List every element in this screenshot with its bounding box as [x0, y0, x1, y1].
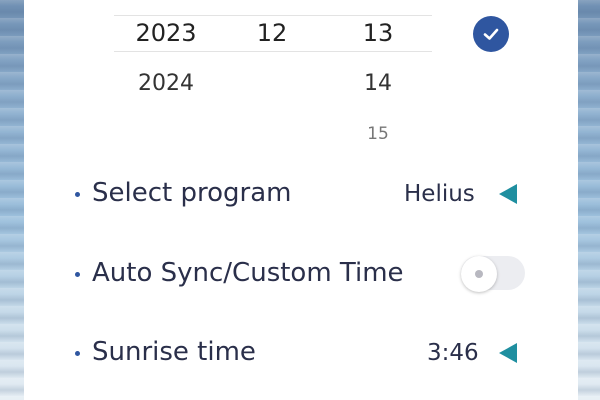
- check-icon: [483, 28, 499, 40]
- dropdown-arrow-icon[interactable]: [496, 341, 520, 365]
- sunrise-time-label: Sunrise time: [92, 337, 256, 367]
- auto-sync-toggle[interactable]: [461, 256, 525, 292]
- picker-year-selected[interactable]: 2023: [126, 19, 206, 47]
- picker-day-selected[interactable]: 13: [338, 19, 418, 47]
- picker-divider-bottom: [114, 51, 432, 52]
- bullet-icon: [75, 192, 80, 197]
- settings-panel: 2023 12 13 2024 14 15 Select program Hel…: [24, 0, 578, 400]
- sunrise-time-value[interactable]: 3:46: [427, 340, 479, 366]
- date-picker[interactable]: 2023 12 13 2024 14 15: [114, 0, 432, 160]
- select-program-label: Select program: [92, 178, 292, 208]
- toggle-knob: [461, 256, 497, 292]
- bullet-icon: [75, 351, 80, 356]
- picker-month-selected[interactable]: 12: [232, 19, 312, 47]
- select-program-row[interactable]: Select program Helius: [24, 174, 578, 214]
- auto-sync-label: Auto Sync/Custom Time: [92, 258, 404, 288]
- background-sea-left: [0, 0, 24, 400]
- sunrise-time-row[interactable]: Sunrise time 3:46: [24, 333, 578, 373]
- dropdown-arrow-icon[interactable]: [496, 182, 520, 206]
- confirm-button[interactable]: [473, 16, 509, 52]
- auto-sync-row: Auto Sync/Custom Time: [24, 254, 578, 294]
- picker-divider-top: [114, 15, 432, 16]
- app-screen: 2023 12 13 2024 14 15 Select program Hel…: [0, 0, 600, 400]
- picker-day-next2[interactable]: 15: [338, 124, 418, 144]
- picker-day-next[interactable]: 14: [338, 71, 418, 96]
- picker-year-next[interactable]: 2024: [126, 71, 206, 96]
- bullet-icon: [75, 272, 80, 277]
- select-program-value[interactable]: Helius: [404, 181, 475, 207]
- background-sea-right: [578, 0, 600, 400]
